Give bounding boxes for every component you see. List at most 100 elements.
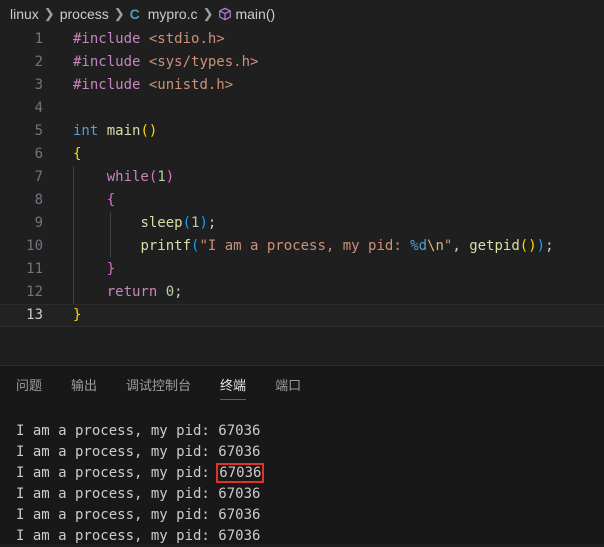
code-token: ; — [207, 215, 217, 231]
code-token: #include — [73, 77, 141, 93]
highlighted-pid: 67036 — [216, 463, 265, 483]
terminal-text: I am a process, my pid: — [16, 423, 219, 439]
code-text: return 0; — [73, 281, 183, 304]
code-token: return — [106, 284, 158, 300]
panel-tab[interactable]: 调试控制台 — [126, 366, 191, 406]
breadcrumb-item-function[interactable]: main() — [218, 6, 275, 22]
breadcrumb-item-process[interactable]: process — [60, 6, 109, 22]
pid-value: 67036 — [218, 528, 261, 544]
pid-value: 67036 — [218, 486, 261, 502]
panel-tab[interactable]: 端口 — [275, 366, 301, 406]
code-line[interactable]: 4 — [0, 97, 604, 120]
code-text: #include <sys/types.h> — [73, 51, 258, 74]
line-number: 6 — [34, 146, 43, 162]
terminal-line: I am a process, my pid: 67036 — [16, 526, 596, 547]
code-token: \n — [427, 238, 444, 254]
code-line[interactable]: 2 #include <sys/types.h> — [0, 51, 604, 74]
panel-tab[interactable]: 问题 — [16, 366, 42, 406]
line-number: 7 — [34, 169, 43, 185]
chevron-right-icon: ❯ — [113, 6, 125, 21]
line-number: 13 — [26, 307, 43, 323]
code-line[interactable]: 7 while(1) — [0, 166, 604, 189]
line-number: 8 — [34, 192, 43, 208]
code-line[interactable]: 9 sleep(1); — [0, 212, 604, 235]
code-token: getpid — [469, 238, 520, 254]
code-token: #include — [73, 31, 141, 47]
breadcrumb-file-label: mypro.c — [147, 6, 198, 22]
code-text: { — [73, 143, 81, 166]
pid-value: 67036 — [218, 444, 261, 460]
code-token: } — [106, 261, 116, 277]
code-line[interactable]: 13} — [0, 304, 604, 327]
code-token: <stdio.h> — [148, 31, 225, 47]
pid-value: 67036 — [218, 507, 261, 523]
code-token: <unistd.h> — [148, 77, 234, 93]
code-line[interactable]: 1 #include <stdio.h> — [0, 28, 604, 51]
code-text: sleep(1); — [73, 212, 216, 235]
code-token: <sys/types.h> — [148, 54, 259, 70]
code-text: } — [73, 305, 81, 326]
terminal-line: I am a process, my pid: 67036 — [16, 442, 596, 463]
code-token: ; — [545, 238, 554, 254]
line-number: 12 — [26, 284, 43, 300]
code-text: #include <stdio.h> — [73, 28, 225, 51]
line-number: 10 — [26, 238, 43, 254]
terminal-output[interactable]: I am a process, my pid: 67036 I am a proc… — [16, 421, 596, 547]
code-token: 0 — [165, 284, 175, 300]
breadcrumb-item-linux[interactable]: linux — [10, 6, 39, 22]
code-token: ( — [182, 215, 192, 231]
code-token: sleep — [140, 215, 183, 231]
code-line[interactable]: 3 #include <unistd.h> — [0, 74, 604, 97]
code-line[interactable]: 12 return 0; — [0, 281, 604, 304]
chevron-right-icon: ❯ — [43, 6, 55, 21]
code-text: printf("I am a process, my pid: %d\n", g… — [73, 235, 554, 258]
code-text: while(1) — [73, 166, 174, 189]
line-number: 1 — [34, 31, 43, 47]
code-text: #include <unistd.h> — [73, 74, 233, 97]
terminal-line: I am a process, my pid: 67036 — [16, 484, 596, 505]
c-file-icon: C — [129, 6, 140, 22]
code-token: } — [73, 307, 82, 323]
code-token: main — [106, 123, 141, 139]
code-token: "I am a process, my pid: — [199, 238, 411, 254]
code-text: } — [73, 258, 115, 281]
code-token: { — [106, 192, 116, 208]
code-token: () — [140, 123, 158, 139]
code-token: while — [106, 169, 149, 185]
code-text: { — [73, 189, 115, 212]
line-number: 2 — [34, 54, 43, 70]
code-line[interactable]: 8 { — [0, 189, 604, 212]
code-token: ) — [199, 215, 208, 231]
code-token: ; — [174, 284, 183, 300]
code-token: , — [452, 238, 470, 254]
code-line[interactable]: 5 int main() — [0, 120, 604, 143]
code-token: { — [73, 146, 82, 162]
breadcrumb-item-file[interactable]: C mypro.c — [130, 6, 198, 22]
code-text: int main() — [73, 120, 157, 143]
code-token: 1 — [157, 169, 166, 185]
code-token: ) — [165, 169, 175, 185]
line-number: 9 — [34, 215, 43, 231]
panel-tab[interactable]: 输出 — [71, 366, 97, 406]
line-number: 11 — [26, 261, 43, 277]
code-line[interactable]: 10 printf("I am a process, my pid: %d\n"… — [0, 235, 604, 258]
code-line[interactable]: 11 } — [0, 258, 604, 281]
panel-tabs: 问题 输出 调试控制台 终端 端口 — [0, 366, 604, 406]
terminal-line: I am a process, my pid: 67036 — [16, 421, 596, 442]
panel-tab[interactable]: 终端 — [220, 366, 247, 406]
terminal-line: I am a process, my pid: 67036 — [16, 505, 596, 526]
bottom-panel: 问题 输出 调试控制台 终端 端口 I am a process, my pid: 67… — [0, 365, 604, 544]
terminal-text: I am a process, my pid: — [16, 486, 219, 502]
terminal-line: I am a process, my pid: 67036 — [16, 463, 596, 484]
code-token: int — [73, 123, 99, 139]
code-editor[interactable]: 1 #include <stdio.h> 2 #include <sys/types.… — [0, 28, 604, 338]
code-line[interactable]: 6{ — [0, 143, 604, 166]
